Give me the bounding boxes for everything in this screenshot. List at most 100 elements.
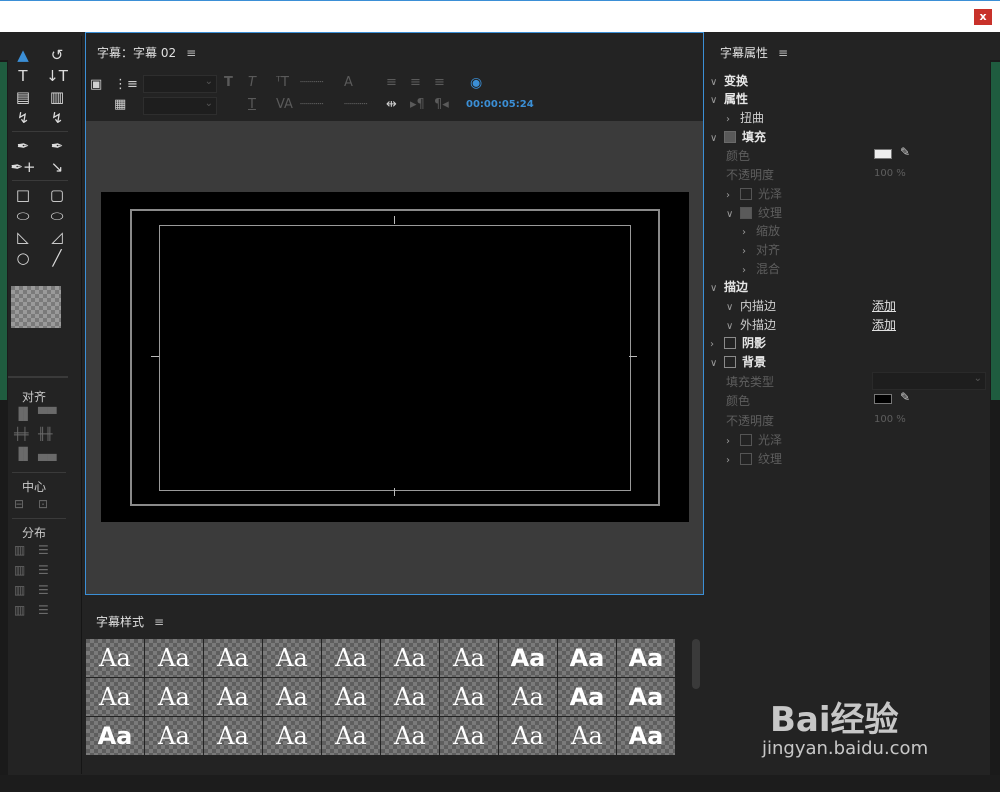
align-center-text-icon[interactable]: ≡ (410, 75, 421, 90)
add-outer-stroke-link[interactable]: 添加 (872, 316, 896, 333)
style-swatch[interactable]: Aa (322, 639, 380, 677)
align-vcenter-icon[interactable]: ╫╫ (38, 426, 56, 442)
underline-icon[interactable]: T (248, 97, 256, 112)
fill-type-select[interactable]: ⌄ (872, 372, 986, 390)
tool-3-1-icon[interactable]: ↯ (46, 108, 68, 128)
style-swatch[interactable]: Aa (86, 717, 144, 755)
section-inner-stroke[interactable]: ∨ 内描边 (726, 297, 776, 315)
tool-7-0-icon[interactable]: ⬭ (12, 206, 34, 226)
distribute-hcenter-icon[interactable]: ▥ (14, 562, 32, 578)
tool-5-1-icon[interactable]: ↘ (46, 157, 68, 177)
style-swatch[interactable]: Aa (204, 678, 262, 716)
tool-9-1-icon[interactable]: ╱ (46, 248, 68, 268)
style-swatch[interactable]: Aa (558, 639, 616, 677)
font-style-select[interactable]: ⌄ (143, 97, 217, 115)
bg-sheen-checkbox[interactable] (740, 434, 752, 446)
styles-menu-icon[interactable]: ≡ (154, 615, 164, 629)
tool-4-0-icon[interactable]: ✒ (12, 136, 34, 156)
distribute-right-icon[interactable]: ▥ (14, 582, 32, 598)
font-family-select[interactable]: ⌄ (143, 75, 217, 93)
bg-texture-checkbox[interactable] (740, 453, 752, 465)
font-size-value[interactable]: ┈┈┈ (300, 75, 323, 90)
title-canvas[interactable] (101, 192, 689, 522)
style-swatch[interactable]: Aa (145, 678, 203, 716)
title-tab[interactable]: 字幕：字幕 02 ≡ (97, 44, 196, 61)
style-swatch[interactable]: Aa (322, 678, 380, 716)
style-swatch[interactable]: Aa (263, 639, 321, 677)
section-outer-stroke[interactable]: ∨ 外描边 (726, 316, 776, 334)
distribute-vcenter-icon[interactable]: ☰ (38, 562, 56, 578)
align-right-icon[interactable]: ▐▌ (14, 446, 32, 462)
shadow-checkbox[interactable] (724, 337, 736, 349)
tool-1-1-icon[interactable]: ↓T (46, 66, 68, 86)
style-swatch[interactable]: Aa (145, 639, 203, 677)
indent-icon[interactable]: ▸¶ (410, 97, 425, 112)
align-left-text-icon[interactable]: ≡ (386, 75, 397, 90)
distribute-bottom-icon[interactable]: ☰ (38, 582, 56, 598)
texture-checkbox[interactable] (740, 207, 752, 219)
timecode[interactable]: 00:00:05:24 (466, 99, 534, 110)
tool-3-0-icon[interactable]: ↯ (12, 108, 34, 128)
title-menu-icon[interactable]: ≡ (186, 46, 196, 60)
style-swatch[interactable]: Aa (499, 717, 557, 755)
fill-color-swatch[interactable] (874, 149, 892, 159)
fill-opacity-value[interactable]: 100 % (874, 168, 906, 186)
italic-icon[interactable]: T (248, 75, 256, 90)
section-fill[interactable]: ∨ 填充 (710, 128, 766, 146)
tool-9-0-icon[interactable]: ○ (12, 248, 34, 268)
align-hcenter-icon[interactable]: ╪╪ (14, 426, 32, 442)
section-stroke[interactable]: ∨ 描边 (710, 278, 748, 296)
section-background[interactable]: ∨ 背景 (710, 353, 766, 371)
section-texture[interactable]: ∨ 纹理 (726, 204, 782, 222)
style-swatch[interactable]: Aa (440, 717, 498, 755)
section-transform[interactable]: ∨ 变换 (710, 72, 748, 90)
distribute-hspace-icon[interactable]: ▥ (14, 602, 32, 618)
style-swatch[interactable]: Aa (617, 639, 675, 677)
section-distort[interactable]: › 扭曲 (726, 109, 764, 127)
background-checkbox[interactable] (724, 356, 736, 368)
eyedropper-icon[interactable]: ✎ (900, 390, 910, 404)
leading-icon[interactable]: A (344, 75, 353, 90)
leading-value[interactable]: ┈┈┈ (344, 97, 367, 112)
bold-icon[interactable]: T (224, 75, 233, 90)
section-sheen[interactable]: › 光泽 (726, 185, 782, 203)
section-attributes[interactable]: ∨ 属性 (710, 90, 748, 108)
style-swatch[interactable]: Aa (617, 717, 675, 755)
style-swatch[interactable]: Aa (204, 717, 262, 755)
section-blend[interactable]: › 混合 (742, 260, 780, 278)
tool-2-1-icon[interactable]: ▥ (46, 87, 68, 107)
style-swatch[interactable]: Aa (86, 678, 144, 716)
style-swatch[interactable]: Aa (204, 639, 262, 677)
fill-checkbox[interactable] (724, 131, 736, 143)
style-swatch[interactable]: Aa (263, 717, 321, 755)
styles-scrollbar[interactable] (692, 639, 700, 689)
font-size-icon[interactable]: ᵀT (276, 75, 289, 90)
style-swatch[interactable]: Aa (617, 678, 675, 716)
style-swatch[interactable]: Aa (322, 717, 380, 755)
style-swatch[interactable]: Aa (558, 717, 616, 755)
outdent-icon[interactable]: ¶◂ (434, 97, 449, 112)
distribute-left-icon[interactable]: ▥ (14, 542, 32, 558)
tool-7-1-icon[interactable]: ⬭ (46, 206, 68, 226)
style-swatch[interactable]: Aa (145, 717, 203, 755)
tool-0-0-icon[interactable]: ▲ (12, 45, 34, 65)
tool-6-0-icon[interactable]: □ (12, 185, 34, 205)
section-scale[interactable]: › 缩放 (742, 222, 780, 240)
align-top-icon[interactable]: ▀▀ (38, 406, 56, 422)
align-left-icon[interactable]: ▐▌ (14, 406, 32, 422)
bg-opacity-value[interactable]: 100 % (874, 414, 906, 432)
section-bg-sheen[interactable]: › 光泽 (726, 431, 782, 449)
style-swatch[interactable]: Aa (440, 639, 498, 677)
align-bottom-icon[interactable]: ▄▄ (38, 446, 56, 462)
style-swatch[interactable]: Aa (440, 678, 498, 716)
roll-crawl-icon[interactable]: ▣ (90, 77, 102, 92)
distribute-vspace-icon[interactable]: ☰ (38, 602, 56, 618)
tab-stops-icon[interactable]: ⋮≡ (114, 77, 138, 92)
style-swatch[interactable]: Aa (86, 639, 144, 677)
style-swatch[interactable]: Aa (381, 717, 439, 755)
section-bg-texture[interactable]: › 纹理 (726, 450, 782, 468)
center-vertical-icon[interactable]: ⊡ (38, 496, 56, 512)
style-swatch[interactable]: Aa (499, 639, 557, 677)
tool-6-1-icon[interactable]: ▢ (46, 185, 68, 205)
eyedropper-icon[interactable]: ✎ (900, 145, 910, 159)
